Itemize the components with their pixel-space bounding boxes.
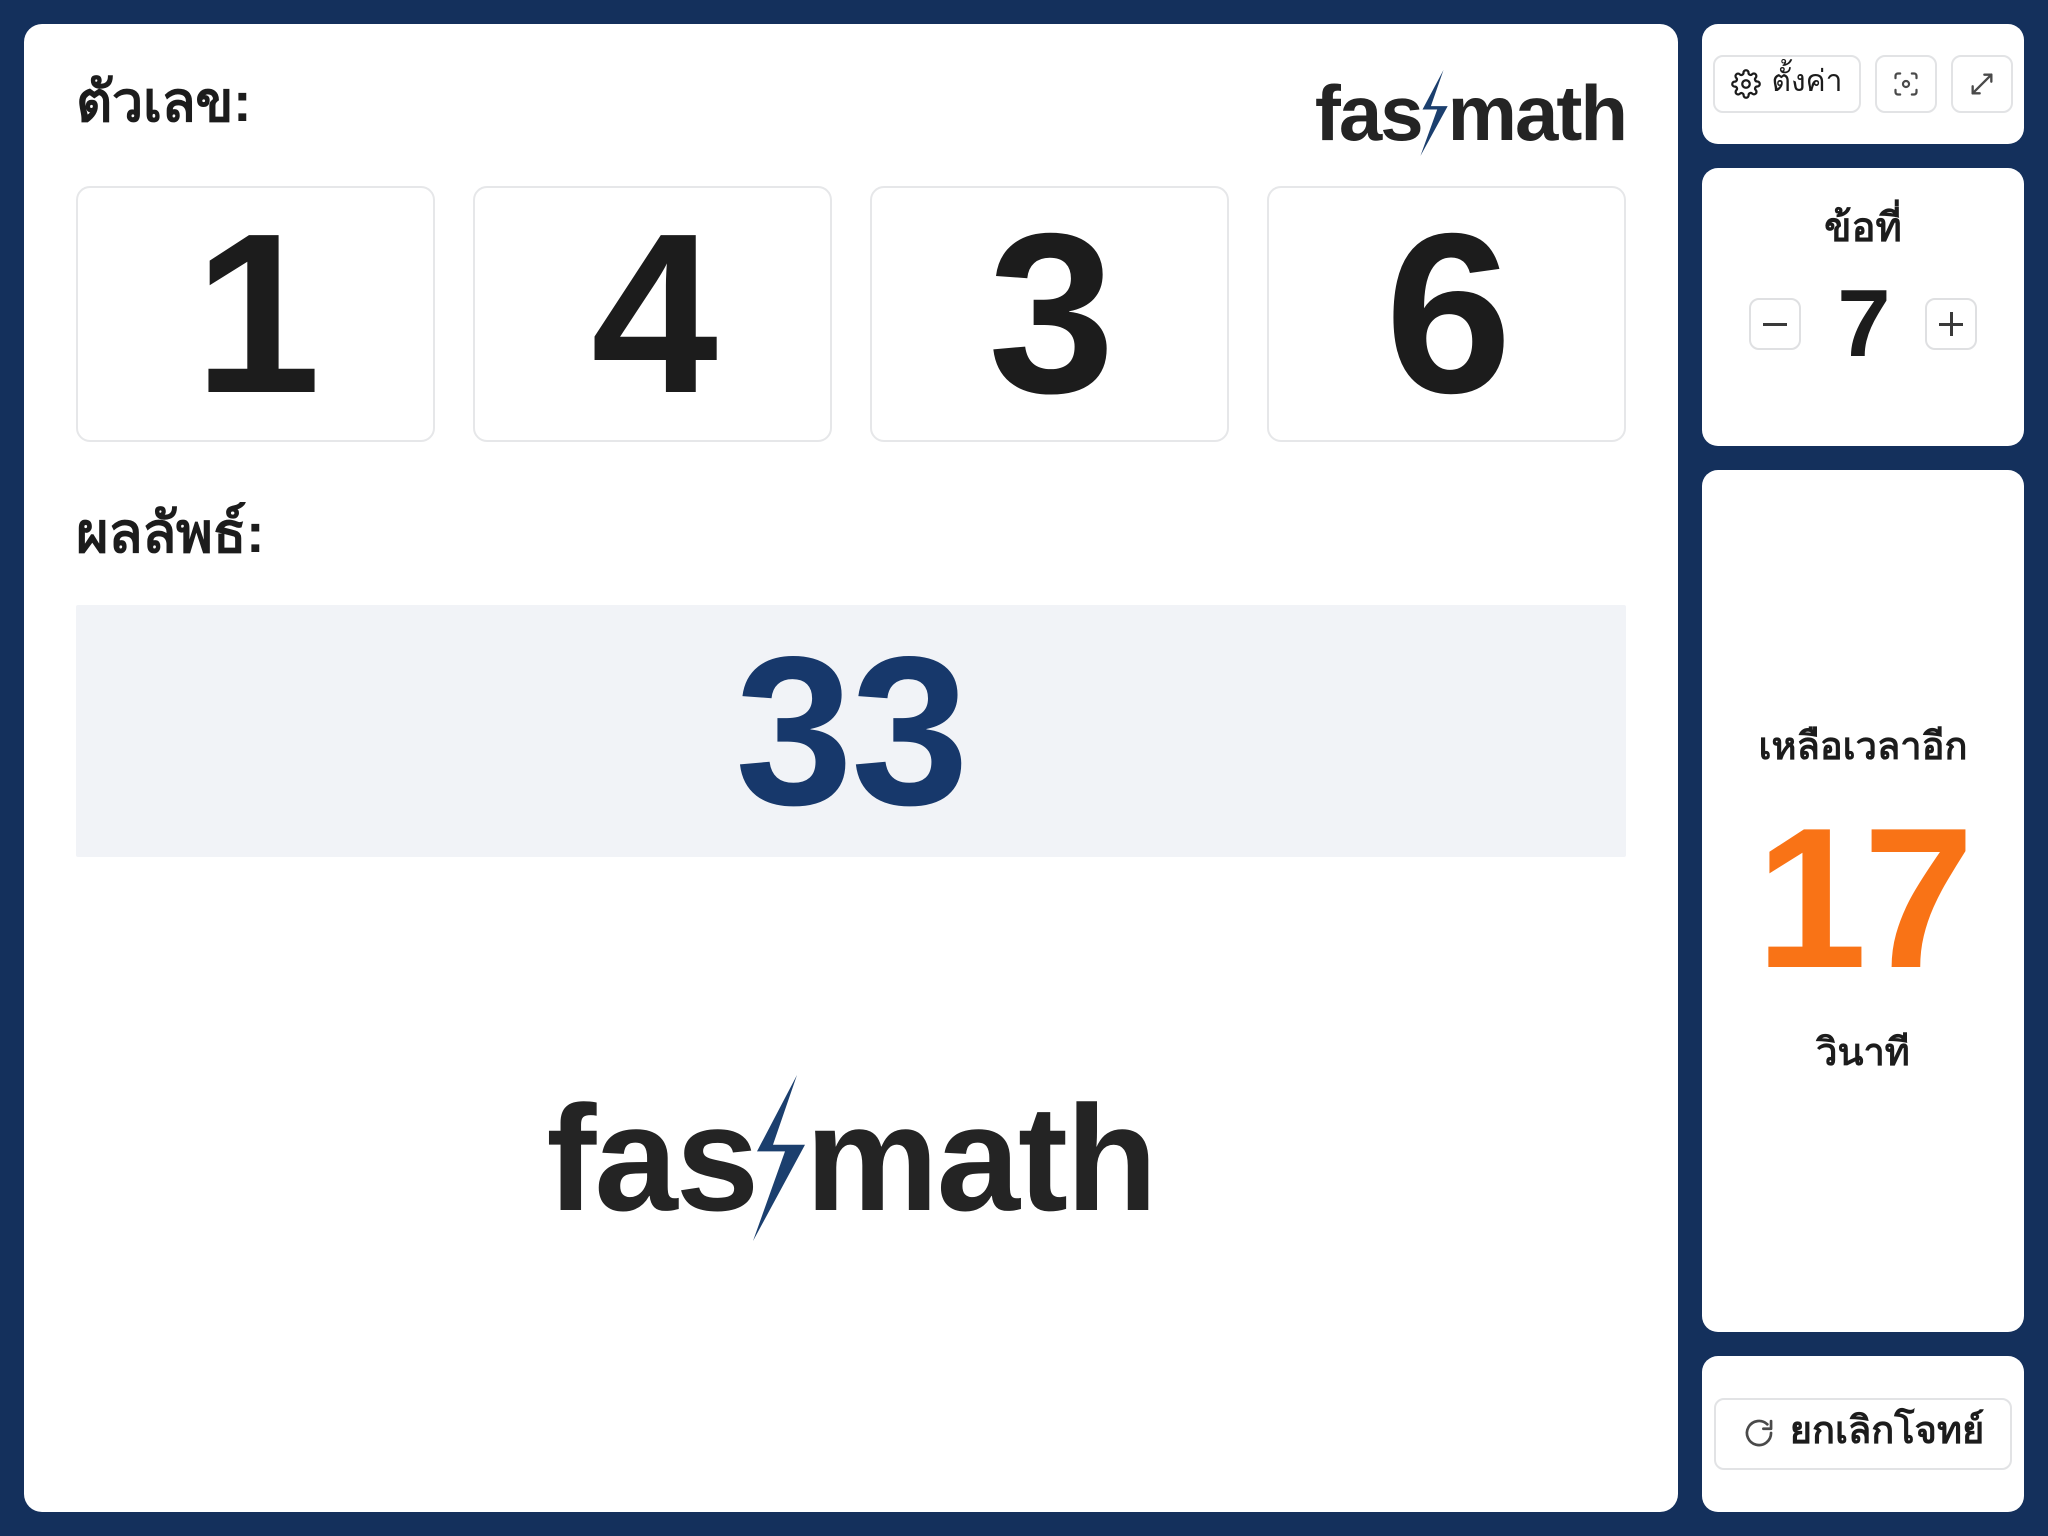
settings-button[interactable]: ตั้งค่า <box>1713 55 1861 113</box>
toolbar-panel: ตั้งค่า <box>1702 24 2024 144</box>
digit-tile[interactable]: 4 <box>473 186 832 442</box>
scan-focus-icon <box>1892 70 1920 98</box>
digit-tile-list: 1 4 3 6 <box>76 186 1626 442</box>
logo-word-right: math <box>805 1073 1157 1242</box>
result-box: 33 <box>76 605 1626 857</box>
main-card: ตัวเลข: fas math 1 4 3 6 ผลลัพธ์: 33 fas… <box>24 24 1678 1512</box>
digit-tile[interactable]: 3 <box>870 186 1229 442</box>
sidebar: ตั้งค่า ข้อที่ 7 เหลือเวลาอีก 17 วินาที … <box>1702 24 2024 1512</box>
timer-value: 17 <box>1755 787 1974 1010</box>
cancel-problem-button[interactable]: ยกเลิกโจทย์ <box>1713 1398 2013 1470</box>
plus-icon <box>1939 312 1963 336</box>
brand-logo-header: fas math <box>1314 69 1628 157</box>
question-stepper: 7 <box>1702 276 2024 372</box>
result-value: 33 <box>735 612 969 849</box>
question-decrement-button[interactable] <box>1749 298 1801 350</box>
logo-word-left: fas <box>1314 69 1424 157</box>
lightning-bolt-icon <box>1412 70 1454 156</box>
app-root: ตัวเลข: fas math 1 4 3 6 ผลลัพธ์: 33 fas… <box>0 0 2048 1536</box>
result-label: ผลลัพธ์: <box>76 501 265 564</box>
gear-icon <box>1731 69 1762 99</box>
minus-icon <box>1763 312 1787 336</box>
timer-panel: เหลือเวลาอีก 17 วินาที <box>1702 470 2024 1332</box>
reset-panel: ยกเลิกโจทย์ <box>1702 1356 2024 1512</box>
fullscreen-button[interactable] <box>1950 55 2013 113</box>
timer-unit-label: วินาที <box>1816 1032 1910 1074</box>
logo-word-right: math <box>1447 69 1628 157</box>
focus-mode-button[interactable] <box>1874 55 1937 113</box>
lightning-bolt-icon <box>737 1074 817 1241</box>
logo-word-left: fas <box>546 1073 759 1242</box>
numbers-label: ตัวเลข: <box>76 70 252 133</box>
question-number-value: 7 <box>1837 270 1890 377</box>
timer-label: เหลือเวลาอีก <box>1758 726 1968 769</box>
settings-button-label: ตั้งค่า <box>1771 65 1843 98</box>
main-card-header: ตัวเลข: fas math <box>76 69 1628 157</box>
question-panel-title: ข้อที่ <box>1824 206 1902 250</box>
brand-footer: fas math <box>76 857 1626 1472</box>
digit-tile[interactable]: 1 <box>76 186 435 442</box>
cancel-problem-label: ยกเลิกโจทย์ <box>1789 1410 1985 1452</box>
refresh-icon <box>1742 1416 1776 1453</box>
digit-tile[interactable]: 6 <box>1267 186 1626 442</box>
brand-logo-large: fas math <box>546 1073 1158 1242</box>
question-increment-button[interactable] <box>1925 298 1977 350</box>
question-panel: ข้อที่ 7 <box>1702 168 2024 446</box>
expand-arrows-icon <box>1968 70 1996 98</box>
